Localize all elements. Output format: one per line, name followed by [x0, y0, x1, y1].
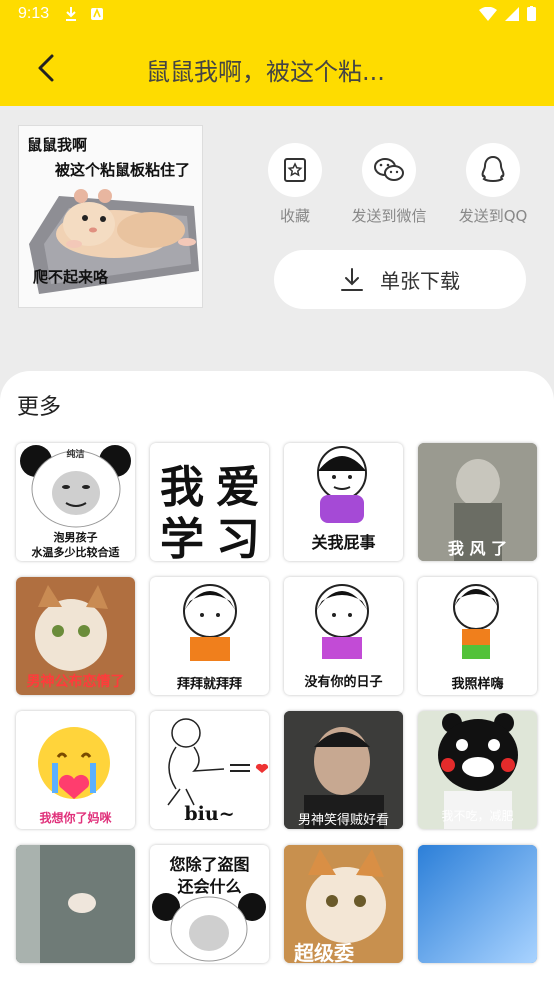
meme-caption-1: 您除了盗图	[169, 855, 250, 874]
preview-caption-line2: 被这个粘鼠板粘住了	[55, 161, 191, 179]
meme-top-label: 纯洁	[66, 450, 85, 460]
signal-icon	[505, 6, 519, 21]
star-icon	[284, 158, 306, 182]
meme-caption: 男神笑得贼好看	[297, 813, 389, 828]
wechat-icon	[374, 158, 404, 181]
app-notification-icon	[91, 7, 103, 20]
meme-caption: 关我屁事	[311, 533, 376, 552]
meme-caption-1: 泡男孩子	[53, 531, 98, 544]
send-qq-button[interactable]: 发送到QQ	[443, 143, 543, 226]
meme-card[interactable]: 纯洁 泡男孩子 水温多少比较合适	[16, 443, 135, 561]
meme-caption: 男神公布恋情了	[26, 674, 125, 690]
download-single-button[interactable]: 单张下载	[274, 250, 526, 309]
meme-grid: 纯洁 泡男孩子 水温多少比较合适 我 爱 学 习 关我屁事 我 风 了 男神公布…	[16, 443, 540, 984]
favorite-label: 收藏	[279, 207, 310, 225]
paw-photo-image	[16, 845, 135, 963]
download-notification-icon	[66, 7, 76, 21]
meme-caption: 我照样嗨	[451, 677, 504, 692]
meme-caption-2: 水温多少比较合适	[31, 546, 120, 559]
qq-circle[interactable]	[466, 143, 520, 197]
meme-card[interactable]: 我 风 了	[418, 443, 537, 561]
qq-label: 发送到QQ	[458, 207, 528, 225]
top-bar: 9:13 鼠鼠我啊，被这个粘...	[0, 0, 554, 106]
preview-caption-line1: 鼠鼠我啊	[27, 136, 88, 154]
download-label: 单张下载	[380, 269, 460, 293]
meme-card[interactable]: 您除了盗图 还会什么	[150, 845, 269, 963]
send-wechat-button[interactable]: 发送到微信	[339, 143, 439, 226]
meme-card[interactable]: 没有你的日子	[284, 577, 403, 695]
meme-card[interactable]: biu~	[150, 711, 269, 829]
favorite-button[interactable]: 收藏	[245, 143, 345, 226]
meme-card[interactable]: 男神公布恋情了	[16, 577, 135, 695]
meme-caption: 我不吃，减肥	[441, 809, 514, 823]
meme-card[interactable]: 关我屁事	[284, 443, 403, 561]
status-time: 9:13	[18, 5, 50, 22]
meme-caption: biu~	[184, 803, 235, 825]
status-bar: 9:13	[0, 0, 554, 30]
meme-caption-2: 还会什么	[177, 877, 242, 896]
battery-icon	[527, 6, 536, 21]
wechat-circle[interactable]	[362, 143, 416, 197]
meme-caption: 超级委	[294, 941, 354, 963]
meme-caption: 拜拜就拜拜	[176, 677, 242, 692]
meme-char: 学	[160, 514, 204, 561]
back-icon[interactable]	[30, 50, 64, 86]
meme-char: 习	[216, 514, 260, 561]
more-title: 更多	[17, 395, 62, 420]
blue-image	[418, 845, 537, 963]
qq-icon	[481, 155, 505, 183]
page-title: 鼠鼠我啊，被这个粘...	[146, 58, 385, 86]
notification-icons	[64, 6, 104, 22]
preview-caption-line3: 爬不起来咯	[33, 268, 109, 286]
meme-preview-image[interactable]: 鼠鼠我啊 被这个粘鼠板粘住了 爬不起来咯	[18, 125, 203, 308]
favorite-circle[interactable]	[268, 143, 322, 197]
meme-card[interactable]: 男神笑得贼好看	[284, 711, 403, 829]
system-icons	[479, 6, 536, 21]
meme-caption: 没有你的日子	[304, 675, 383, 690]
meme-card[interactable]: 我想你了妈咪	[16, 711, 135, 829]
meme-card[interactable]	[418, 845, 537, 963]
meme-card[interactable]: 我 爱 学 习	[150, 443, 269, 561]
meme-caption: 我 风 了	[447, 539, 508, 558]
meme-card[interactable]: 我不吃，减肥	[418, 711, 537, 829]
download-icon	[341, 267, 363, 291]
meme-card[interactable]: 我照样嗨	[418, 577, 537, 695]
meme-card[interactable]	[16, 845, 135, 963]
meme-caption: 我想你了妈咪	[39, 811, 112, 825]
wechat-label: 发送到微信	[351, 207, 427, 225]
wifi-icon	[479, 6, 497, 21]
meme-card[interactable]: 拜拜就拜拜	[150, 577, 269, 695]
meme-card[interactable]: 超级委	[284, 845, 403, 963]
